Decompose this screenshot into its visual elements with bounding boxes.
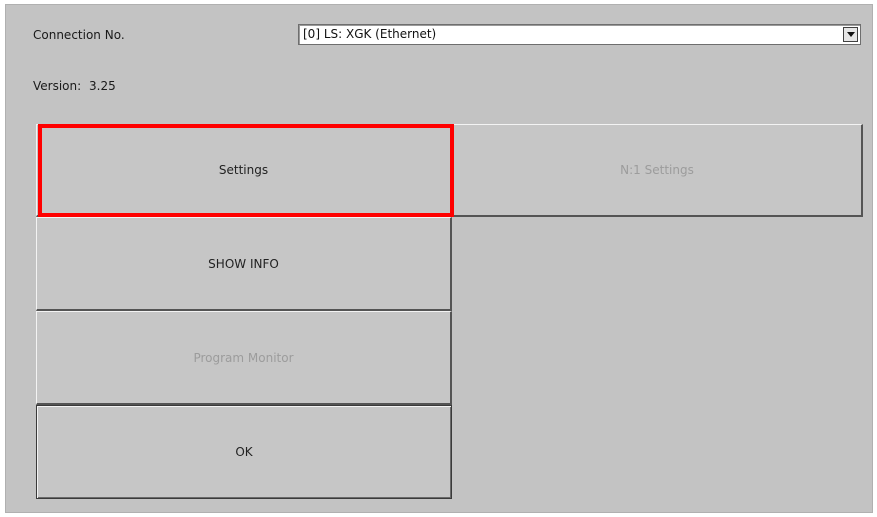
- program-monitor-button[interactable]: Program Monitor: [36, 311, 452, 405]
- settings-button[interactable]: Settings: [36, 124, 452, 217]
- settings-button-label: Settings: [218, 163, 269, 177]
- connection-no-label: Connection No.: [33, 28, 125, 42]
- connection-select-value: [0] LS: XGK (Ethernet): [303, 27, 437, 41]
- plc-connection-dialog: Connection No. [0] LS: XGK (Ethernet) Ve…: [5, 4, 873, 513]
- ok-button[interactable]: OK: [36, 405, 452, 499]
- n1-settings-button-label: N:1 Settings: [620, 163, 694, 177]
- version-value: 3.25: [89, 79, 116, 93]
- chevron-down-icon: [847, 32, 855, 37]
- connection-dropdown-button[interactable]: [843, 27, 858, 42]
- program-monitor-button-label: Program Monitor: [193, 350, 294, 365]
- show-info-button-label: SHOW INFO: [208, 256, 279, 271]
- connection-select[interactable]: [0] LS: XGK (Ethernet): [298, 24, 861, 45]
- n1-settings-button[interactable]: N:1 Settings: [452, 124, 863, 217]
- version-row: Version: 3.25: [33, 79, 116, 93]
- show-info-button[interactable]: SHOW INFO: [36, 217, 452, 311]
- version-label: Version:: [33, 79, 82, 93]
- ok-button-label: OK: [235, 445, 253, 459]
